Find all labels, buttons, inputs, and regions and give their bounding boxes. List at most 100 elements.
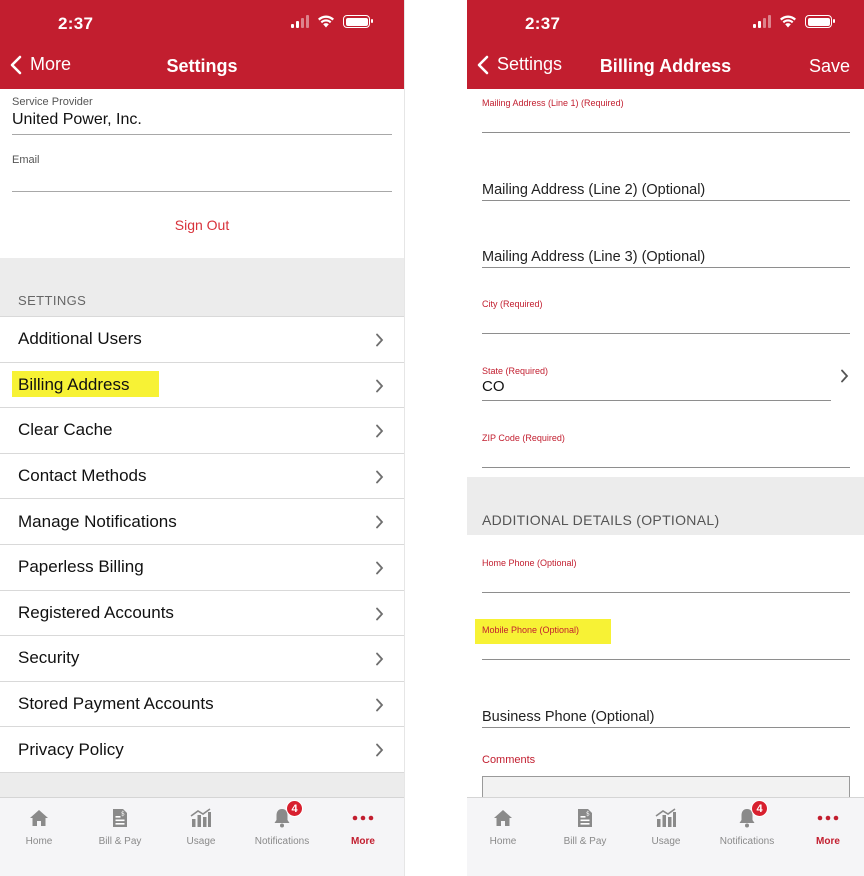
usage-chart-icon — [655, 808, 676, 827]
tab-bill-pay[interactable]: $ Bill & Pay — [80, 806, 160, 847]
zip-code-label: ZIP Code (Required) — [482, 433, 565, 443]
svg-text:$: $ — [586, 811, 590, 818]
usage-chart-icon — [190, 808, 211, 827]
tab-more[interactable]: More — [788, 806, 864, 847]
mobile-phone-label: Mobile Phone (Optional) — [482, 625, 580, 635]
state-select[interactable]: State (Required) CO — [482, 366, 831, 401]
bill-icon: $ — [578, 809, 592, 827]
tab-label: More — [816, 836, 840, 847]
battery-icon — [805, 15, 835, 28]
nav-bar: Settings Billing Address Save — [467, 52, 864, 84]
settings-item-contact-methods[interactable]: Contact Methods — [0, 452, 404, 499]
email-field[interactable]: Email — [12, 154, 392, 192]
tab-notifications[interactable]: 4 Notifications — [242, 800, 322, 847]
home-icon — [494, 810, 512, 826]
cellular-signal-icon — [291, 15, 309, 28]
notification-badge: 4 — [751, 800, 768, 817]
wifi-icon — [318, 15, 334, 28]
settings-item-paperless-billing[interactable]: Paperless Billing — [0, 543, 404, 590]
settings-item-registered-accounts[interactable]: Registered Accounts — [0, 589, 404, 636]
tab-notifications[interactable]: 4 Notifications — [707, 800, 787, 847]
tab-label: Home — [25, 836, 53, 847]
mailing-address-line2-field[interactable]: Mailing Address (Line 2) (Optional) — [482, 182, 850, 201]
mailing-address-line1-label: Mailing Address (Line 1) (Required) — [482, 98, 624, 108]
settings-item-stored-payment-accounts[interactable]: Stored Payment Accounts — [0, 680, 404, 727]
home-phone-label: Home Phone (Optional) — [482, 558, 577, 568]
service-provider-label: Service Provider — [12, 96, 93, 108]
tab-usage[interactable]: Usage — [161, 806, 241, 847]
settings-item-label: Billing Address — [18, 374, 130, 394]
tab-label: Notifications — [719, 836, 775, 847]
settings-item-manage-notifications[interactable]: Manage Notifications — [0, 498, 404, 544]
chevron-right-icon — [376, 561, 384, 575]
business-phone-placeholder: Business Phone (Optional) — [482, 709, 655, 725]
home-icon — [30, 810, 48, 826]
cellular-signal-icon — [753, 15, 771, 28]
settings-item-additional-users[interactable]: Additional Users — [0, 316, 404, 362]
tab-home[interactable]: Home — [0, 806, 79, 847]
settings-item-billing-address[interactable]: Billing Address — [0, 361, 404, 408]
page-title: Settings — [166, 56, 238, 76]
billing-address-screen: 2:37 Settings Billing Address Save Maili… — [467, 0, 864, 876]
chevron-right-icon — [376, 652, 384, 666]
additional-details-section: ADDITIONAL DETAILS (OPTIONAL) — [467, 477, 864, 535]
mailing-address-line2-placeholder: Mailing Address (Line 2) (Optional) — [482, 182, 706, 198]
status-time: 2:37 — [58, 14, 94, 33]
status-icons — [291, 15, 373, 28]
service-provider-field: Service Provider United Power, Inc. — [12, 96, 392, 135]
chevron-right-icon — [376, 698, 384, 712]
email-label: Email — [12, 154, 40, 166]
settings-item-privacy-policy[interactable]: Privacy Policy — [0, 726, 404, 772]
state-value: CO — [482, 378, 505, 395]
save-button[interactable]: Save — [809, 56, 850, 77]
home-phone-field[interactable]: Home Phone (Optional) — [482, 558, 850, 593]
chevron-right-icon — [376, 379, 384, 392]
tab-label: Usage — [186, 836, 216, 847]
tab-bill-pay[interactable]: $ Bill & Pay — [545, 806, 625, 847]
chevron-right-icon[interactable] — [840, 369, 849, 383]
tab-label: Notifications — [254, 836, 310, 847]
settings-item-clear-cache[interactable]: Clear Cache — [0, 407, 404, 453]
tab-label: Bill & Pay — [98, 836, 142, 847]
more-dots-icon — [817, 815, 839, 821]
tab-bar: Home $ Bill & Pay Usage 4 Notifications … — [0, 797, 404, 876]
mailing-address-line3-field[interactable]: Mailing Address (Line 3) (Optional) — [482, 249, 850, 268]
tab-label: Home — [489, 836, 517, 847]
chevron-right-icon — [376, 743, 384, 757]
business-phone-field[interactable]: Business Phone (Optional) — [482, 709, 850, 728]
tab-home[interactable]: Home — [467, 806, 543, 847]
settings-list: Additional Users Billing Address Clear C… — [0, 316, 404, 772]
tab-label: More — [351, 836, 375, 847]
chevron-right-icon — [376, 515, 384, 529]
settings-item-label: Security — [18, 648, 80, 668]
battery-icon — [343, 15, 373, 28]
tab-bar: Home $ Bill & Pay Usage 4 Notifications … — [467, 797, 864, 876]
settings-item-label: Additional Users — [18, 329, 142, 349]
tab-usage[interactable]: Usage — [626, 806, 706, 847]
zip-code-field[interactable]: ZIP Code (Required) — [482, 433, 850, 468]
page-title: Billing Address — [599, 56, 732, 76]
settings-section-header: SETTINGS — [18, 293, 87, 308]
tab-label: Usage — [651, 836, 681, 847]
city-label: City (Required) — [482, 299, 543, 309]
settings-screen: 2:37 More Settings Service Provider Unit… — [0, 0, 405, 876]
settings-item-security[interactable]: Security — [0, 635, 404, 681]
additional-details-header: ADDITIONAL DETAILS (OPTIONAL) — [482, 512, 720, 528]
chevron-right-icon — [376, 470, 384, 484]
service-provider-value: United Power, Inc. — [12, 111, 142, 128]
sign-out-button[interactable]: Sign Out — [0, 217, 404, 233]
list-footer-background — [0, 772, 404, 797]
settings-item-label: Registered Accounts — [18, 602, 174, 622]
nav-bar: More Settings — [0, 52, 404, 84]
svg-text:$: $ — [121, 811, 125, 818]
city-field[interactable]: City (Required) — [482, 299, 850, 334]
settings-item-label: Privacy Policy — [18, 739, 124, 759]
notification-badge: 4 — [286, 800, 303, 817]
mailing-address-line1-field[interactable]: Mailing Address (Line 1) (Required) — [482, 98, 850, 133]
chevron-right-icon — [376, 424, 384, 438]
settings-item-label: Clear Cache — [18, 420, 113, 440]
status-time: 2:37 — [525, 14, 561, 33]
settings-item-label: Contact Methods — [18, 466, 147, 486]
settings-item-label: Manage Notifications — [18, 511, 177, 531]
tab-more[interactable]: More — [323, 806, 403, 847]
